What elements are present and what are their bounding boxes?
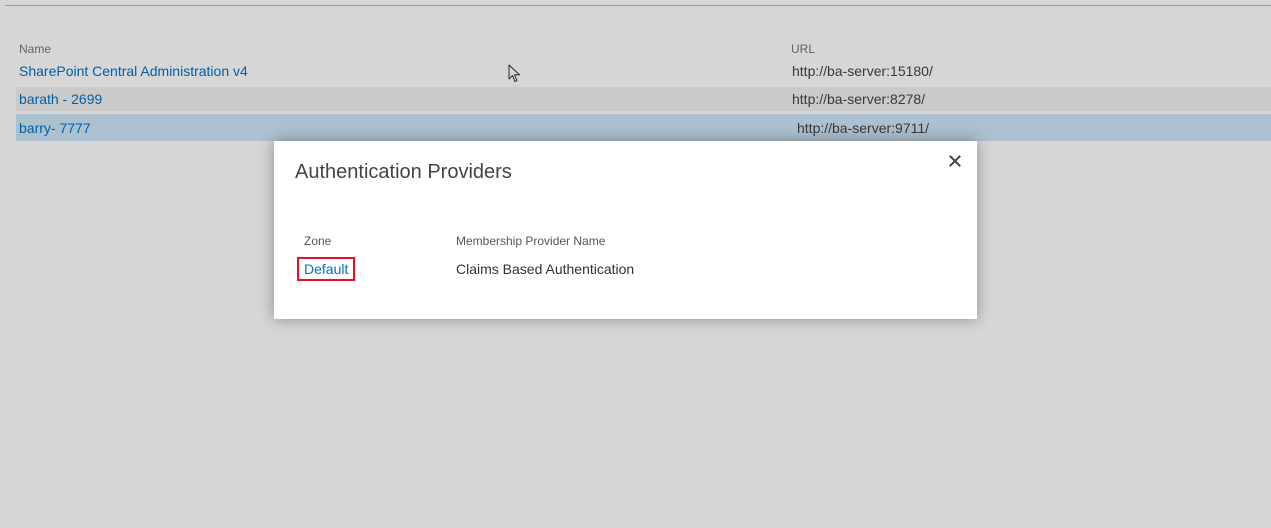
dialog-title: Authentication Providers (295, 161, 512, 183)
authentication-providers-dialog: Authentication Providers Zone Membership… (274, 141, 977, 319)
close-icon[interactable] (947, 153, 963, 169)
column-header-membership-provider: Membership Provider Name (456, 234, 606, 248)
page: Name URL SharePoint Central Administrati… (0, 0, 1271, 528)
column-header-zone: Zone (304, 234, 332, 248)
membership-provider-name: Claims Based Authentication (456, 261, 635, 277)
zone-default-link[interactable]: Default (297, 257, 356, 281)
